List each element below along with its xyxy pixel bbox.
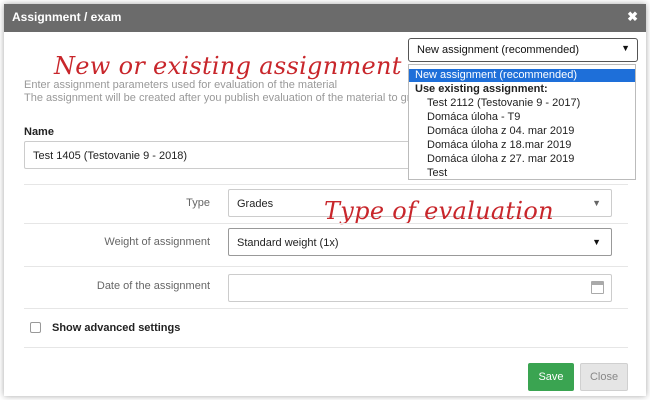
date-input[interactable] [228, 274, 612, 302]
hint-line-1: Enter assignment parameters used for eva… [24, 79, 338, 91]
advanced-settings-checkbox[interactable] [30, 322, 41, 333]
option-existing-assignment[interactable]: Test [409, 167, 635, 180]
hint-line-2: The assignment will be created after you… [24, 92, 411, 104]
close-button[interactable]: Close [580, 363, 628, 391]
type-label: Type [186, 197, 210, 209]
chevron-down-icon: ▼ [621, 43, 630, 53]
assignment-options-list: New assignment (recommended) Use existin… [408, 64, 636, 180]
annotation-new-or-existing: New or existing assignment [54, 52, 402, 80]
option-new-assignment[interactable]: New assignment (recommended) [409, 69, 635, 82]
chevron-down-icon: ▼ [592, 237, 601, 247]
option-existing-assignment[interactable]: Domáca úloha z 18.mar 2019 [409, 139, 635, 152]
close-icon[interactable]: ✖ [627, 9, 638, 25]
option-existing-assignment[interactable]: Domáca úloha z 04. mar 2019 [409, 125, 635, 138]
type-value: Grades [237, 198, 274, 210]
divider [24, 266, 628, 267]
divider [24, 184, 628, 185]
divider [24, 347, 628, 348]
advanced-settings-label[interactable]: Show advanced settings [52, 322, 180, 334]
option-existing-assignment[interactable]: Test 2112 (Testovanie 9 - 2017) [409, 97, 635, 110]
assignment-select-value: New assignment (recommended) [417, 44, 580, 56]
option-existing-assignment[interactable]: Domáca úloha z 27. mar 2019 [409, 153, 635, 166]
assignment-dialog: Assignment / exam ✖ Enter assignment par… [4, 4, 646, 396]
assignment-select[interactable]: New assignment (recommended) ▼ [408, 38, 638, 62]
weight-label: Weight of assignment [104, 236, 210, 248]
date-label: Date of the assignment [96, 280, 210, 292]
dialog-title: Assignment / exam [12, 10, 122, 24]
option-existing-assignment[interactable]: Domáca úloha - T9 [409, 111, 635, 124]
name-label: Name [24, 126, 54, 138]
chevron-down-icon: ▼ [592, 198, 601, 208]
divider [24, 223, 628, 224]
save-button[interactable]: Save [528, 363, 574, 391]
weight-select[interactable]: Standard weight (1x) ▼ [228, 228, 612, 256]
divider [24, 308, 628, 309]
name-input[interactable]: Test 1405 (Testovanie 9 - 2018) [24, 141, 412, 169]
weight-value: Standard weight (1x) [237, 237, 339, 249]
option-group-existing: Use existing assignment: [415, 83, 548, 95]
dialog-titlebar: Assignment / exam ✖ [4, 4, 646, 32]
calendar-icon[interactable] [591, 281, 604, 294]
annotation-type-of-evaluation: Type of evaluation [324, 197, 554, 225]
